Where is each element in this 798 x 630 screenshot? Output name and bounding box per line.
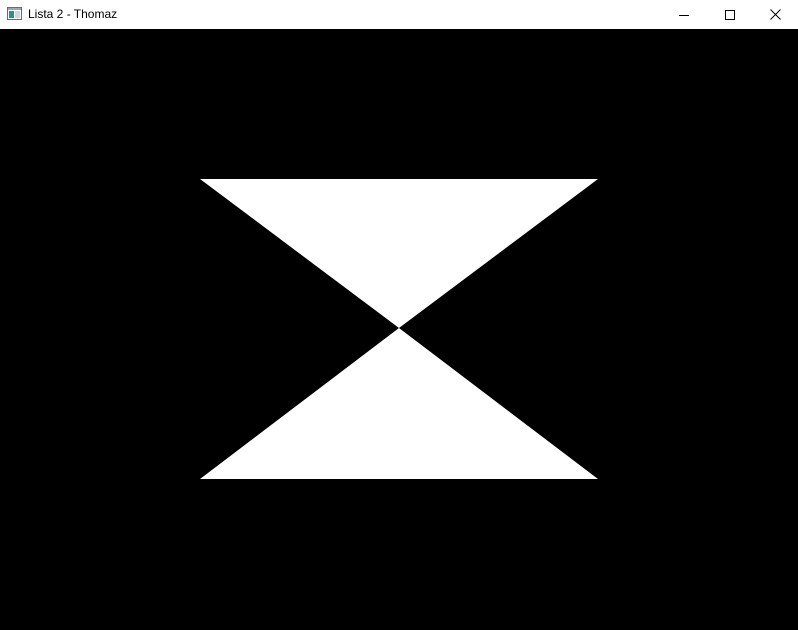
render-canvas[interactable]	[0, 29, 798, 630]
minimize-icon	[679, 10, 689, 20]
title-bar[interactable]: Lista 2 - Thomaz	[0, 0, 798, 29]
canvas-drawing	[0, 29, 798, 630]
app-icon	[7, 7, 22, 20]
window-title: Lista 2 - Thomaz	[28, 7, 118, 21]
close-icon	[769, 9, 781, 20]
maximize-icon	[725, 9, 735, 20]
app-window: Lista 2 - Thomaz	[0, 0, 798, 630]
close-button[interactable]	[752, 0, 798, 29]
minimize-button[interactable]	[661, 0, 707, 29]
maximize-button[interactable]	[707, 0, 753, 29]
